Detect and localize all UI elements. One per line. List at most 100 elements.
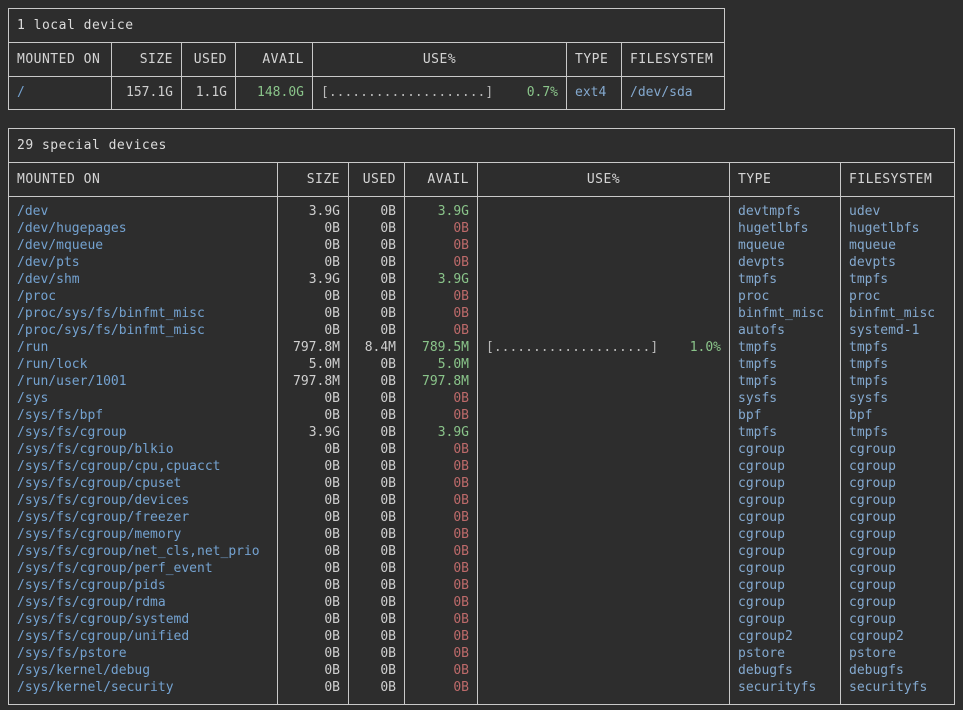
usage-cell xyxy=(478,492,730,509)
avail-value: 0B xyxy=(405,305,478,322)
avail-value: 0B xyxy=(405,322,478,339)
type-value: cgroup xyxy=(730,577,841,594)
usage-cell xyxy=(478,611,730,628)
type-value: tmpfs xyxy=(730,424,841,441)
avail-value: 0B xyxy=(405,594,478,611)
table-row: /sys/fs/cgroup/pids0B0B0B cgroupcgroup xyxy=(9,577,954,594)
column-header: SIZE xyxy=(112,43,182,76)
mount-point: /dev/pts xyxy=(9,254,278,271)
size-value: 0B xyxy=(278,526,349,543)
used-value: 0B xyxy=(349,424,405,441)
mount-point: /sys/fs/cgroup/rdma xyxy=(9,594,278,611)
usage-cell xyxy=(478,197,730,220)
usage-bar: [....................] xyxy=(321,85,493,101)
avail-value: 0B xyxy=(405,611,478,628)
mount-point: /dev/shm xyxy=(9,271,278,288)
usage-cell xyxy=(478,679,730,704)
filesystem-value: tmpfs xyxy=(841,271,954,288)
size-value: 0B xyxy=(278,577,349,594)
usage-cell xyxy=(478,220,730,237)
table-row: /proc/sys/fs/binfmt_misc0B0B0B binfmt_mi… xyxy=(9,305,954,322)
filesystem-value: tmpfs xyxy=(841,356,954,373)
table-row: /dev/shm3.9G0B3.9G tmpfstmpfs xyxy=(9,271,954,288)
type-value: cgroup xyxy=(730,458,841,475)
used-value: 0B xyxy=(349,197,405,220)
usage-cell xyxy=(478,594,730,611)
type-value: autofs xyxy=(730,322,841,339)
used-value: 0B xyxy=(349,220,405,237)
type-value: cgroup xyxy=(730,441,841,458)
filesystem-value: cgroup xyxy=(841,441,954,458)
type-value: ext4 xyxy=(567,77,622,109)
column-header: USED xyxy=(182,43,236,76)
used-value: 8.4M xyxy=(349,339,405,356)
avail-value: 148.0G xyxy=(236,77,313,109)
table-row: /run/lock5.0M0B5.0M tmpfstmpfs xyxy=(9,356,954,373)
size-value: 0B xyxy=(278,322,349,339)
filesystem-value: cgroup xyxy=(841,492,954,509)
column-header: USE% xyxy=(478,163,730,196)
type-value: tmpfs xyxy=(730,271,841,288)
type-value: devpts xyxy=(730,254,841,271)
filesystem-value: udev xyxy=(841,197,954,220)
usage-percent: 0.7% xyxy=(527,85,558,101)
table-row: /sys/fs/cgroup/freezer0B0B0B cgroupcgrou… xyxy=(9,509,954,526)
usage-cell xyxy=(478,288,730,305)
mount-point: /run xyxy=(9,339,278,356)
mount-point: /sys/fs/cgroup/devices xyxy=(9,492,278,509)
usage-cell xyxy=(478,645,730,662)
avail-value: 0B xyxy=(405,441,478,458)
mount-point: / xyxy=(9,77,112,109)
avail-value: 0B xyxy=(405,662,478,679)
avail-value: 0B xyxy=(405,543,478,560)
mount-point: /dev/mqueue xyxy=(9,237,278,254)
size-value: 157.1G xyxy=(112,77,182,109)
mount-point: /sys/fs/cgroup/blkio xyxy=(9,441,278,458)
type-value: cgroup xyxy=(730,509,841,526)
usage-cell xyxy=(478,373,730,390)
used-value: 0B xyxy=(349,373,405,390)
table-row: /sys/fs/cgroup/memory0B0B0B cgroupcgroup xyxy=(9,526,954,543)
used-value: 0B xyxy=(349,237,405,254)
filesystem-value: cgroup xyxy=(841,560,954,577)
avail-value: 3.9G xyxy=(405,424,478,441)
mount-point: /proc/sys/fs/binfmt_misc xyxy=(9,322,278,339)
usage-cell xyxy=(478,560,730,577)
used-value: 0B xyxy=(349,509,405,526)
used-value: 0B xyxy=(349,577,405,594)
avail-value: 0B xyxy=(405,645,478,662)
type-value: mqueue xyxy=(730,237,841,254)
avail-value: 0B xyxy=(405,407,478,424)
table-row: /sys/kernel/debug0B0B0B debugfsdebugfs xyxy=(9,662,954,679)
filesystem-value: /dev/sda xyxy=(622,77,724,109)
mount-point: /dev xyxy=(9,197,278,220)
filesystem-value: cgroup xyxy=(841,611,954,628)
usage-cell xyxy=(478,237,730,254)
used-value: 0B xyxy=(349,322,405,339)
avail-value: 0B xyxy=(405,628,478,645)
table-row: /run/user/1001797.8M0B797.8M tmpfstmpfs xyxy=(9,373,954,390)
used-value: 0B xyxy=(349,492,405,509)
table-row: /sys/fs/cgroup/rdma0B0B0B cgroupcgroup xyxy=(9,594,954,611)
mount-point: /sys/fs/cgroup/pids xyxy=(9,577,278,594)
filesystem-value: devpts xyxy=(841,254,954,271)
usage-cell xyxy=(478,305,730,322)
usage-cell xyxy=(478,424,730,441)
local-devices-header-row: MOUNTED ONSIZEUSEDAVAILUSE%TYPEFILESYSTE… xyxy=(9,43,724,77)
used-value: 0B xyxy=(349,356,405,373)
special-devices-header-row: MOUNTED ONSIZEUSEDAVAILUSE%TYPEFILESYSTE… xyxy=(9,163,954,197)
avail-value: 0B xyxy=(405,577,478,594)
avail-value: 0B xyxy=(405,288,478,305)
local-devices-table-title: 1 local device xyxy=(9,9,724,43)
mount-point: /sys/fs/bpf xyxy=(9,407,278,424)
table-row: /sys/fs/cgroup3.9G0B3.9G tmpfstmpfs xyxy=(9,424,954,441)
used-value: 0B xyxy=(349,662,405,679)
size-value: 0B xyxy=(278,458,349,475)
type-value: cgroup xyxy=(730,560,841,577)
type-value: cgroup2 xyxy=(730,628,841,645)
usage-cell xyxy=(478,577,730,594)
used-value: 1.1G xyxy=(182,77,236,109)
size-value: 3.9G xyxy=(278,424,349,441)
used-value: 0B xyxy=(349,407,405,424)
local-devices-table-body: /157.1G1.1G148.0G [....................] 0… xyxy=(9,77,724,109)
